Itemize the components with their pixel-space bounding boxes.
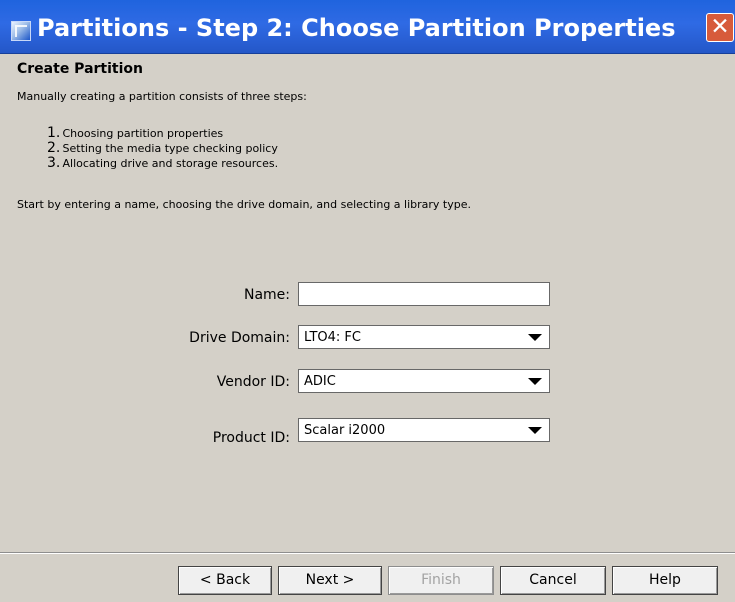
close-button[interactable]: ✕: [706, 13, 734, 42]
list-item: 2. Setting the media type checking polic…: [47, 140, 278, 156]
list-item: 1. Choosing partition properties: [47, 125, 278, 141]
product-id-label: Product ID:: [212, 430, 290, 446]
close-icon: ✕: [710, 14, 730, 40]
next-button[interactable]: Next >: [278, 566, 382, 595]
step-number: 1.: [47, 125, 61, 141]
drive-domain-select[interactable]: LTO4: FC: [298, 325, 550, 349]
vendor-id-label: Vendor ID:: [216, 374, 290, 390]
help-button[interactable]: Help: [612, 566, 718, 595]
drive-domain-value: LTO4: FC: [304, 330, 361, 345]
chevron-down-icon: [528, 378, 542, 385]
name-input[interactable]: [298, 282, 550, 306]
product-id-value: Scalar i2000: [304, 423, 386, 438]
page-title: Create Partition: [17, 61, 143, 77]
steps-list: 1. Choosing partition properties 2. Sett…: [47, 125, 279, 171]
chevron-down-icon: [528, 334, 542, 341]
name-label: Name:: [243, 287, 290, 303]
list-item: 3. Allocating drive and storage resource…: [47, 155, 279, 171]
step-number: 3.: [47, 155, 61, 171]
window-title: Partitions - Step 2: Choose Partition Pr…: [37, 14, 676, 42]
partition-window-icon: [11, 21, 31, 41]
window-titlebar: Partitions - Step 2: Choose Partition Pr…: [0, 0, 735, 54]
back-button[interactable]: < Back: [178, 566, 272, 595]
step-text: Allocating drive and storage resources.: [62, 157, 279, 170]
cancel-button[interactable]: Cancel: [500, 566, 606, 595]
step-number: 2.: [47, 140, 61, 156]
intro-text: Manually creating a partition consists o…: [17, 90, 307, 103]
chevron-down-icon: [528, 427, 542, 434]
step-text: Setting the media type checking policy: [62, 142, 278, 155]
finish-button[interactable]: Finish: [388, 566, 494, 595]
product-id-select[interactable]: Scalar i2000: [298, 418, 550, 442]
vendor-id-value: ADIC: [304, 374, 336, 389]
instruction-text: Start by entering a name, choosing the d…: [17, 198, 471, 211]
drive-domain-label: Drive Domain:: [189, 330, 290, 346]
step-text: Choosing partition properties: [62, 127, 224, 140]
button-separator: [0, 552, 735, 554]
vendor-id-select[interactable]: ADIC: [298, 369, 550, 393]
